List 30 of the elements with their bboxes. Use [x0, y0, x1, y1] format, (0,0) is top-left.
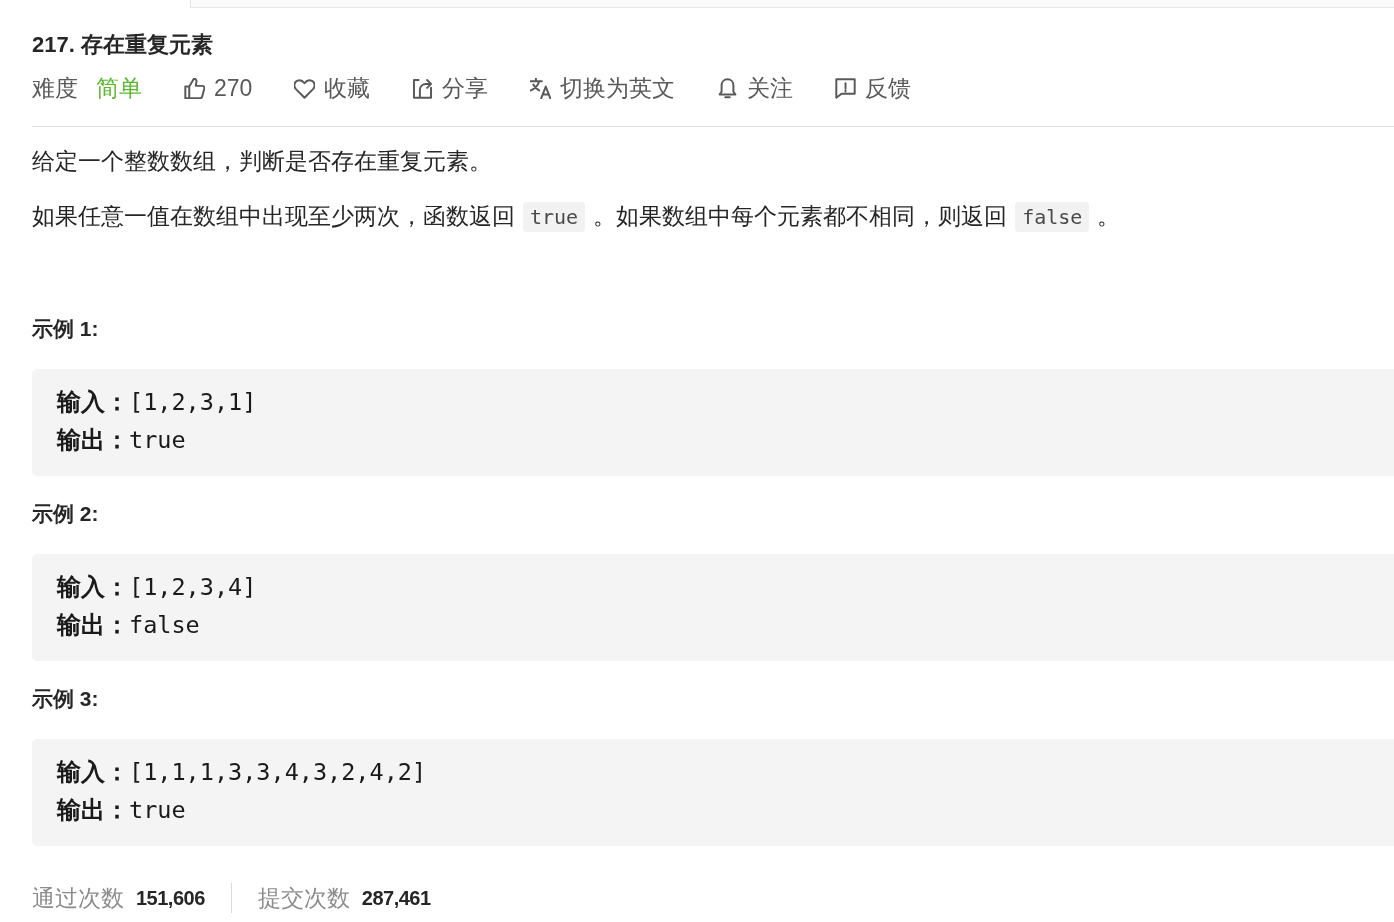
like-button[interactable]: 270 — [184, 72, 253, 104]
stat-label: 提交次数 — [257, 884, 350, 913]
difficulty-value: 简单 — [96, 74, 142, 103]
bell-icon — [717, 77, 739, 99]
stat-value: 287,461 — [361, 886, 431, 911]
translate-icon — [530, 77, 552, 99]
follow-button[interactable]: 关注 — [717, 72, 794, 104]
description-paragraph: 如果任意一值在数组中出现至少两次，函数返回 true 。如果数组中每个元素都不相同，则返回 false 。 — [32, 198, 1394, 236]
share-button[interactable]: 分享 — [412, 72, 489, 104]
code-line: 输出：true — [57, 425, 187, 456]
code-line: 输出：false — [57, 610, 201, 641]
example-heading: 示例 1: — [32, 316, 100, 342]
code-line: 输出：true — [57, 795, 187, 826]
problem-title: 217. 存在重复元素 — [32, 31, 214, 59]
translate-button[interactable]: 切换为英文 — [530, 72, 676, 104]
description-paragraph: 给定一个整数数组，判断是否存在重复元素。 — [32, 148, 493, 176]
stat-value: 151,606 — [136, 886, 205, 911]
stat-label: 通过次数 — [32, 884, 124, 913]
code-line: 输入：[1,1,1,3,3,4,3,2,4,2] — [57, 757, 428, 788]
example-heading: 示例 2: — [32, 501, 100, 527]
favorite-button[interactable]: 收藏 — [294, 72, 371, 104]
code-line: 输入：[1,2,3,1] — [57, 387, 258, 418]
code-line: 输入：[1,2,3,4] — [57, 572, 258, 603]
share-icon — [412, 77, 434, 99]
thumbs-up-icon — [184, 77, 205, 99]
message-icon — [835, 77, 857, 99]
example-heading: 示例 3: — [32, 686, 100, 712]
difficulty-label: 难度 — [32, 74, 78, 103]
feedback-button[interactable]: 反馈 — [835, 72, 912, 104]
heart-icon — [294, 77, 316, 99]
